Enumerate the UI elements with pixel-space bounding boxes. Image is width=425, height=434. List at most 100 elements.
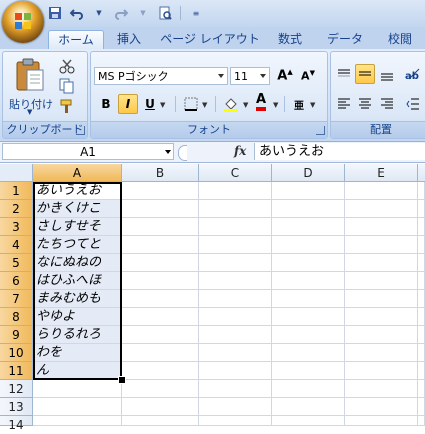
font-size-select[interactable]: 11 (230, 67, 270, 85)
shrink-font-button[interactable]: A▼ (298, 66, 318, 86)
row-header[interactable]: 10 (0, 344, 33, 362)
cell[interactable] (122, 416, 199, 426)
chevron-down-icon[interactable] (165, 150, 171, 154)
cell[interactable] (272, 218, 345, 236)
column-header-b[interactable]: B (122, 164, 199, 182)
formula-bar-splitter[interactable] (178, 145, 187, 161)
align-right-button[interactable] (377, 94, 397, 114)
dialog-launcher-icon[interactable] (76, 126, 85, 135)
cell[interactable] (272, 272, 345, 290)
row-header[interactable]: 5 (0, 254, 33, 272)
cell[interactable] (122, 380, 199, 398)
tab-data[interactable]: データ (322, 30, 368, 49)
align-top-button[interactable] (334, 64, 354, 84)
insert-function-icon[interactable]: fx (234, 144, 246, 158)
cell[interactable] (199, 416, 272, 426)
chevron-down-icon[interactable]: ▼ (90, 5, 108, 21)
cell[interactable] (199, 380, 272, 398)
cell[interactable] (345, 398, 418, 416)
italic-button[interactable]: I (118, 94, 138, 114)
column-header-e[interactable]: E (345, 164, 418, 182)
cell[interactable] (418, 236, 425, 254)
cell[interactable] (272, 380, 345, 398)
cell[interactable] (345, 362, 418, 380)
cell[interactable] (345, 182, 418, 200)
cell[interactable] (33, 416, 122, 426)
cell[interactable] (272, 326, 345, 344)
cell-a4[interactable]: たちつてと (33, 236, 122, 254)
cell[interactable] (345, 254, 418, 272)
customize-qat-icon[interactable]: ≡ (187, 5, 205, 21)
underline-button[interactable]: U (140, 94, 160, 114)
cell[interactable] (272, 290, 345, 308)
cell[interactable] (345, 290, 418, 308)
name-box[interactable]: A1 (2, 143, 174, 160)
cell[interactable] (122, 272, 199, 290)
row-header[interactable]: 14 (0, 416, 33, 432)
chevron-down-icon[interactable]: ▼ (243, 101, 248, 109)
cell[interactable] (345, 344, 418, 362)
orientation-button[interactable]: ab (403, 64, 423, 84)
cell[interactable] (345, 218, 418, 236)
cell[interactable] (418, 290, 425, 308)
formula-input[interactable]: あいうえお (254, 143, 425, 160)
row-header[interactable]: 4 (0, 236, 33, 254)
cell[interactable] (122, 290, 199, 308)
cell[interactable] (418, 254, 425, 272)
cell[interactable] (122, 362, 199, 380)
cell[interactable] (122, 200, 199, 218)
row-header[interactable]: 8 (0, 308, 33, 326)
cell[interactable] (122, 344, 199, 362)
cell[interactable] (272, 236, 345, 254)
cell[interactable] (345, 308, 418, 326)
row-header[interactable]: 7 (0, 290, 33, 308)
paste-button[interactable]: 貼り付け ▼ (7, 56, 53, 116)
column-header-d[interactable]: D (272, 164, 345, 182)
cell[interactable] (199, 362, 272, 380)
save-icon[interactable] (46, 5, 64, 21)
font-color-button[interactable]: A (251, 92, 271, 112)
chevron-down-icon[interactable]: ▼ (160, 101, 165, 109)
cell[interactable] (418, 326, 425, 344)
cell[interactable] (199, 236, 272, 254)
cell[interactable] (345, 380, 418, 398)
cell[interactable] (122, 398, 199, 416)
column-header-a[interactable]: A (33, 164, 122, 182)
cell-a10[interactable]: わを (33, 344, 122, 362)
row-header[interactable]: 6 (0, 272, 33, 290)
chevron-down-icon[interactable]: ▼ (202, 101, 207, 109)
fill-handle[interactable] (118, 376, 126, 384)
cell-a8[interactable]: やゆよ (33, 308, 122, 326)
chevron-down-icon[interactable]: ▼ (134, 5, 152, 21)
cell[interactable] (199, 182, 272, 200)
cell-a7[interactable]: まみむめも (33, 290, 122, 308)
cell[interactable] (122, 308, 199, 326)
cell[interactable] (418, 218, 425, 236)
decrease-indent-button[interactable] (403, 94, 423, 114)
cell[interactable] (122, 254, 199, 272)
tab-insert[interactable]: 挿入 (108, 30, 150, 49)
align-center-button[interactable] (355, 94, 375, 114)
cell[interactable] (199, 398, 272, 416)
cell[interactable] (345, 326, 418, 344)
cell[interactable] (33, 398, 122, 416)
cell[interactable] (199, 200, 272, 218)
office-button[interactable] (2, 1, 44, 43)
cell[interactable] (272, 362, 345, 380)
cell[interactable] (199, 344, 272, 362)
cell-a6[interactable]: はひふへほ (33, 272, 122, 290)
cell[interactable] (345, 416, 418, 426)
fill-color-button[interactable] (221, 94, 241, 114)
undo-icon[interactable] (68, 5, 86, 21)
cell[interactable] (345, 200, 418, 218)
cell[interactable] (272, 398, 345, 416)
select-all-corner[interactable] (0, 164, 33, 182)
cell[interactable] (272, 182, 345, 200)
row-header[interactable]: 2 (0, 200, 33, 218)
chevron-down-icon[interactable]: ▼ (310, 101, 315, 109)
cell[interactable] (418, 380, 425, 398)
font-name-select[interactable]: MS Pゴシック (94, 67, 228, 85)
cell-a2[interactable]: かきくけこ (33, 200, 122, 218)
cell[interactable] (272, 254, 345, 272)
cell[interactable] (418, 398, 425, 416)
